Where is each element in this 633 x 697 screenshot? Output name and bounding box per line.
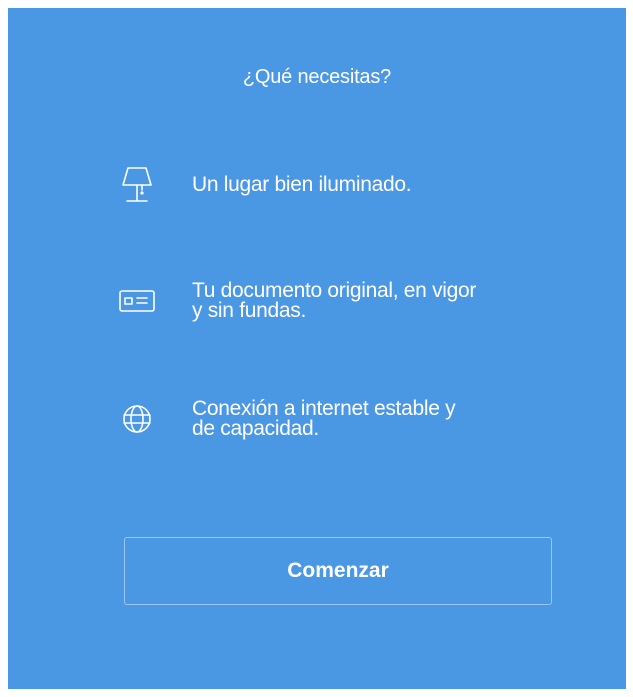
requirements-panel: ¿Qué necesitas? Un lugar bien iluminado. xyxy=(8,8,626,689)
requirement-connection: Conexión a internet estable y de capacid… xyxy=(116,398,586,440)
id-card-icon xyxy=(116,280,158,322)
page-title: ¿Qué necesitas? xyxy=(242,66,392,88)
requirement-lighting-text: Un lugar bien iluminado. xyxy=(192,173,412,196)
start-button[interactable]: Comenzar xyxy=(124,537,552,605)
requirement-lighting: Un lugar bien iluminado. xyxy=(116,164,586,206)
requirement-connection-text: Conexión a internet estable y de capacid… xyxy=(192,397,456,440)
requirement-document: Tu documento original, en vigor y sin fu… xyxy=(116,280,586,322)
lamp-icon xyxy=(116,164,158,206)
requirement-document-text: Tu documento original, en vigor y sin fu… xyxy=(192,279,477,322)
globe-icon xyxy=(116,398,158,440)
